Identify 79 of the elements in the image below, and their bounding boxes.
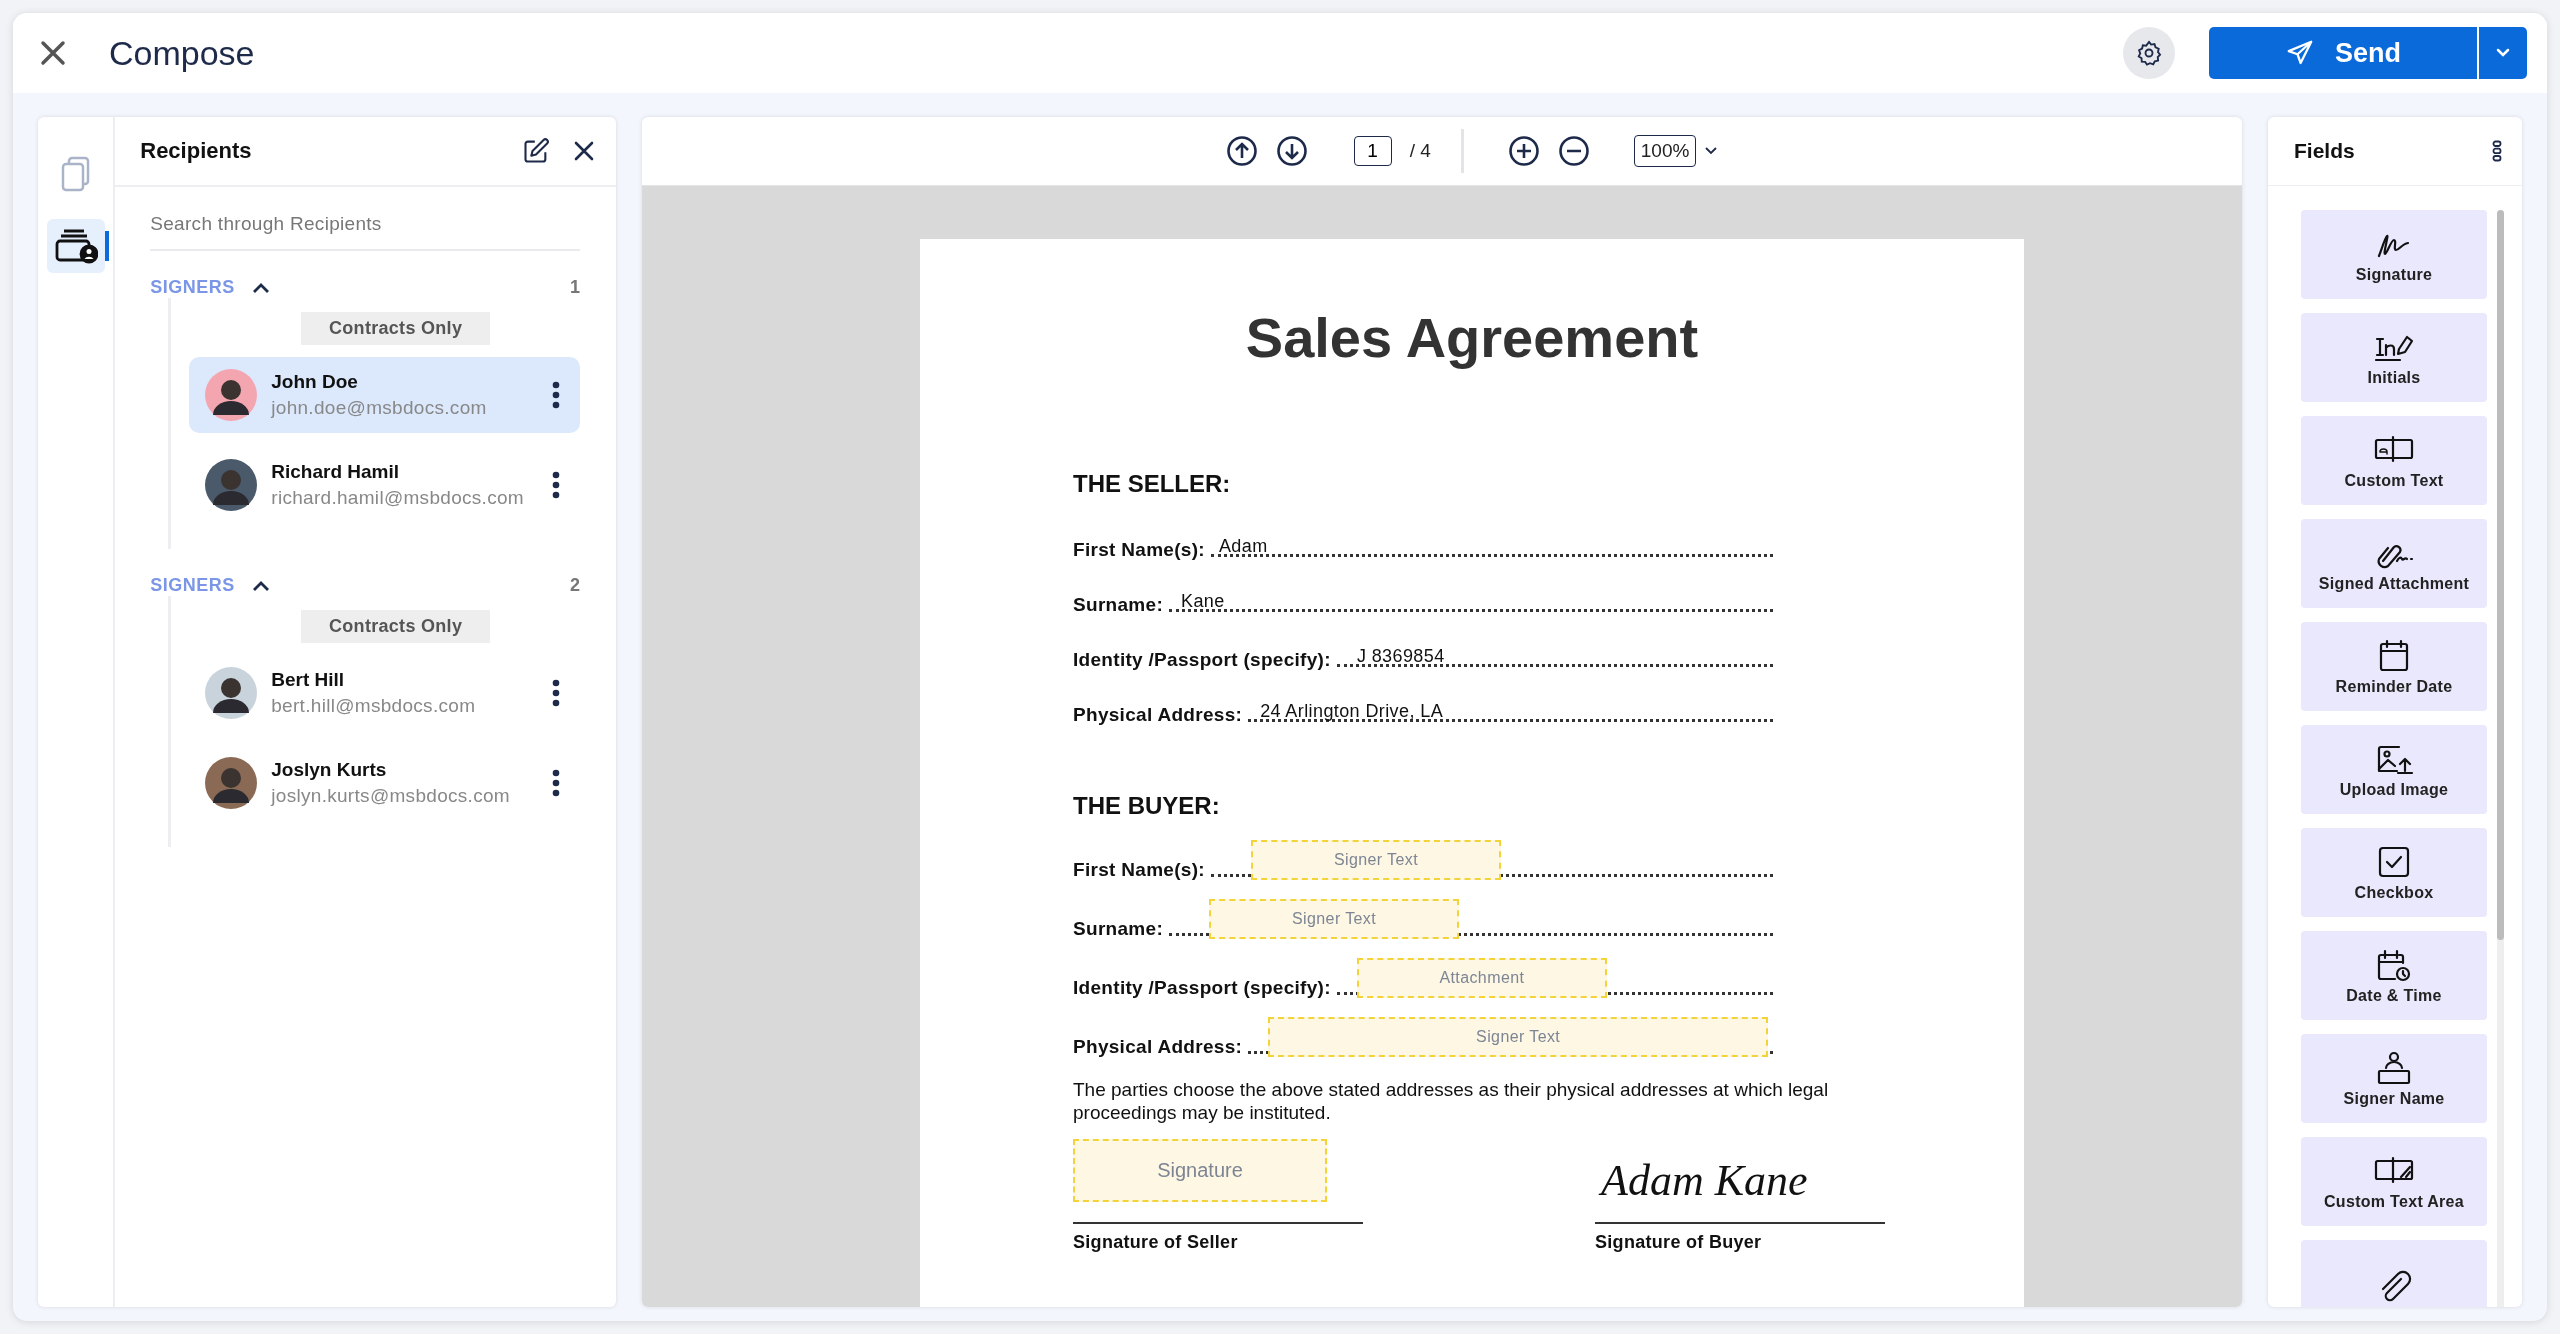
group-label: SIGNERS bbox=[150, 277, 235, 298]
recipient-email: john.doe@msbdocs.com bbox=[271, 397, 487, 419]
group-count: 1 bbox=[570, 277, 580, 298]
document-title: Sales Agreement bbox=[1244, 305, 1700, 370]
scrollbar[interactable] bbox=[2497, 210, 2504, 940]
previous-page-icon[interactable] bbox=[1225, 135, 1258, 167]
signature-caption: Signature of Buyer bbox=[1595, 1232, 1763, 1253]
next-page-icon[interactable] bbox=[1275, 135, 1308, 167]
caret-icon[interactable] bbox=[1704, 146, 1719, 156]
field-value: J 8369854 bbox=[1356, 646, 1445, 666]
field-value: 24 Arlington Drive, LA bbox=[1260, 701, 1444, 721]
group-label: SIGNERS bbox=[150, 575, 235, 596]
recipient-item[interactable]: Joslyn Kurts joslyn.kurts@msbdocs.com bbox=[189, 745, 580, 821]
recipient-name: Richard Hamil bbox=[271, 461, 400, 483]
recipient-name: John Doe bbox=[271, 371, 359, 393]
zoom-dropdown[interactable]: 100% bbox=[1633, 135, 1697, 167]
send-button[interactable]: Send bbox=[2209, 27, 2477, 79]
group-tag: Contracts Only bbox=[301, 610, 491, 643]
signer-field[interactable]: Signer Text bbox=[1268, 1017, 1769, 1057]
recipient-name: Joslyn Kurts bbox=[271, 759, 388, 781]
recipients-icon[interactable] bbox=[53, 228, 98, 264]
field-type-button[interactable]: Initials bbox=[2301, 313, 2487, 402]
avatar bbox=[205, 667, 258, 719]
recipient-item[interactable]: Bert Hill bert.hill@msbdocs.com bbox=[189, 655, 580, 731]
recipient-email: richard.hamil@msbdocs.com bbox=[271, 487, 524, 509]
group-count: 2 bbox=[570, 575, 580, 596]
field-type-button[interactable]: Signer Name bbox=[2301, 1034, 2487, 1123]
page-title: Compose bbox=[109, 33, 255, 73]
send-options-button[interactable] bbox=[2477, 27, 2527, 79]
field-type-button[interactable] bbox=[2301, 1240, 2487, 1307]
field-label: First Name(s): bbox=[1073, 859, 1205, 881]
field-value: Adam bbox=[1218, 536, 1268, 556]
recipient-name: Bert Hill bbox=[271, 669, 346, 691]
field-type-button[interactable]: Checkbox bbox=[2301, 828, 2487, 917]
avatar bbox=[205, 459, 258, 511]
more-icon[interactable] bbox=[552, 381, 560, 409]
field-type-button[interactable]: Signature bbox=[2301, 210, 2487, 299]
recipient-email: bert.hill@msbdocs.com bbox=[271, 695, 476, 717]
field-type-button[interactable]: Upload Image bbox=[2301, 725, 2487, 814]
field-label: Surname: bbox=[1073, 594, 1164, 616]
signer-field[interactable]: Signer Text bbox=[1250, 840, 1501, 880]
more-icon[interactable] bbox=[2492, 140, 2502, 162]
field-type-button[interactable]: Signed Attachment bbox=[2301, 519, 2487, 608]
field-type-button[interactable]: Custom Text Area bbox=[2301, 1137, 2487, 1226]
avatar bbox=[205, 369, 258, 421]
group-tag: Contracts Only bbox=[301, 312, 491, 345]
zoom-in-icon[interactable] bbox=[1507, 135, 1540, 167]
field-type-button[interactable]: Custom Text bbox=[2301, 416, 2487, 505]
section-heading: THE BUYER: bbox=[1073, 792, 1221, 820]
recipient-item[interactable]: John Doe john.doe@msbdocs.com bbox=[189, 357, 580, 433]
field-label: Physical Address: bbox=[1073, 1036, 1243, 1058]
agreement-note: The parties choose the above stated addresses as their physical addresses at which legal proceedings may be instituted. bbox=[1073, 1078, 1830, 1124]
field-label: Identity /Passport (specify): bbox=[1073, 649, 1331, 671]
field-label: Physical Address: bbox=[1073, 704, 1243, 726]
more-icon[interactable] bbox=[552, 769, 560, 797]
field-value: Kane bbox=[1181, 591, 1225, 611]
settings-button[interactable] bbox=[2123, 27, 2175, 79]
more-icon[interactable] bbox=[552, 471, 560, 499]
zoom-out-icon[interactable] bbox=[1557, 135, 1590, 167]
gear-icon[interactable] bbox=[2135, 39, 2163, 67]
section-heading: THE SELLER: bbox=[1073, 470, 1232, 498]
field-type-button[interactable]: Reminder Date bbox=[2301, 622, 2487, 711]
field-label: First Name(s): bbox=[1073, 539, 1205, 561]
field-label: Surname: bbox=[1073, 918, 1164, 940]
avatar bbox=[205, 757, 258, 809]
recipient-email: joslyn.kurts@msbdocs.com bbox=[271, 785, 510, 807]
field-type-button[interactable]: Date & Time bbox=[2301, 931, 2487, 1020]
signature-caption: Signature of Seller bbox=[1073, 1232, 1239, 1253]
edit-icon[interactable] bbox=[522, 137, 550, 165]
page-number-field[interactable]: 1 bbox=[1353, 136, 1392, 166]
recipient-item[interactable]: Richard Hamil richard.hamil@msbdocs.com bbox=[189, 447, 580, 523]
panel-title: Fields bbox=[2294, 139, 2355, 163]
signer-field[interactable]: Signer Text bbox=[1209, 899, 1460, 939]
signer-field[interactable]: Attachment bbox=[1356, 958, 1607, 998]
close-icon[interactable] bbox=[572, 139, 596, 163]
field-label: Identity /Passport (specify): bbox=[1073, 977, 1331, 999]
page-count: / 4 bbox=[1409, 140, 1431, 162]
panel-title: Recipients bbox=[140, 138, 253, 164]
more-icon[interactable] bbox=[552, 679, 560, 707]
